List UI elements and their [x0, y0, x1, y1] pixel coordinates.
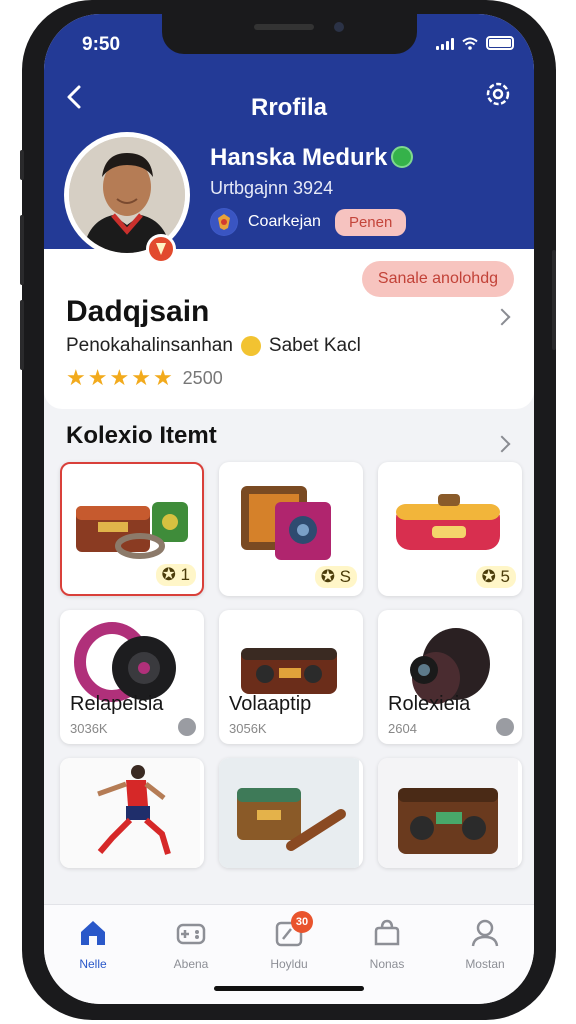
- speaker-box-icon: [378, 758, 518, 868]
- star-icon: ★: [152, 365, 173, 390]
- collection-item-volaaptip[interactable]: Volaaptip 3056K: [219, 610, 363, 744]
- share-button[interactable]: Sanale anolohdg: [361, 261, 514, 297]
- item-info-icon[interactable]: [496, 718, 514, 736]
- rating-value: 2500: [182, 367, 223, 388]
- mute-switch: [20, 150, 24, 180]
- smile-emoji-icon: [240, 336, 261, 356]
- user-name-text: Hanska Medurk: [210, 144, 388, 171]
- user-name: Hanska Medurk: [210, 144, 414, 172]
- user-subtitle: Urtbgajnn 3924: [210, 178, 334, 198]
- info-subtitle: Penokahalinsanhan: [66, 335, 233, 356]
- page-title: Rrofila: [250, 94, 327, 121]
- tab-home[interactable]: Nelle: [44, 905, 142, 1004]
- collection-title: Kolexio Itemt: [66, 422, 217, 449]
- info-chevron-right-icon[interactable]: [493, 308, 511, 326]
- item-count-value: S: [339, 567, 351, 586]
- signal-icon: [436, 38, 454, 50]
- tab-label: Abena: [173, 957, 209, 971]
- notch: [162, 14, 417, 54]
- collection-chevron-right-icon[interactable]: [493, 435, 511, 453]
- volume-up-button: [20, 215, 24, 285]
- info-subtitle-extra: Sabet Kacl: [268, 335, 361, 356]
- tab-label: Nelle: [79, 957, 107, 971]
- user-icon: [471, 919, 499, 947]
- item-meta: 2604: [388, 721, 417, 736]
- wifi-icon: [462, 37, 478, 50]
- collection-item-player[interactable]: [60, 758, 204, 868]
- rating-row: ★ ★ ★ ★ ★ 2500: [66, 367, 223, 389]
- screen: 9:50 Rrofila Hanska Medurk Urtbgajnn 392…: [44, 14, 534, 1004]
- item-name: Rolexieia: [388, 693, 471, 715]
- tab-label: Nonas: [369, 957, 405, 971]
- status-time: 9:50: [82, 34, 121, 55]
- item-count: ✪ 5: [475, 566, 516, 588]
- toolbox-icon: [219, 758, 359, 868]
- item-count: ✪ S: [314, 566, 357, 588]
- power-button: [552, 250, 556, 350]
- collection-item-box[interactable]: ✪ S: [219, 462, 363, 596]
- collection-item-relapelsia[interactable]: Relapelsia 3036K: [60, 610, 204, 744]
- notification-badge: 30: [290, 911, 313, 933]
- star-icon: ★: [87, 365, 108, 390]
- verified-badge-icon: [391, 146, 414, 168]
- collection-item-chest[interactable]: ✪ 1: [60, 462, 204, 596]
- profile-info-card: Sanale anolohdg Dadqjsain Penokahalinsan…: [44, 249, 534, 409]
- item-name: Volaaptip: [229, 693, 312, 715]
- settings-gear-icon[interactable]: [482, 78, 514, 110]
- tab-profile[interactable]: Mostan: [436, 905, 534, 1004]
- star-icon: ★: [131, 365, 151, 390]
- home-icon: [81, 921, 105, 945]
- item-info-icon[interactable]: [178, 718, 196, 736]
- item-count-value: 5: [500, 567, 510, 586]
- collection-item-case[interactable]: ✪ 5: [378, 462, 522, 596]
- info-subtitle-row: Penokahalinsanhan Sabet Kacl: [66, 335, 361, 357]
- item-meta: 3036K: [70, 721, 108, 736]
- star-icon: ★: [66, 365, 86, 390]
- volume-down-button: [20, 300, 24, 370]
- tab-label: Hoyldu: [270, 957, 308, 971]
- collection-grid: ✪ 1 ✪ S ✪ 5 Relapelsia 3036K Volaaptip 3…: [60, 462, 522, 868]
- star-icon: ★: [109, 365, 130, 390]
- collection-item-speaker[interactable]: [378, 758, 522, 868]
- collection-item-toolbox[interactable]: [219, 758, 363, 868]
- item-count: ✪ 1: [155, 564, 196, 586]
- gamepad-icon: [176, 923, 206, 945]
- speaker: [254, 24, 314, 30]
- team-label: Coarkejan: [248, 213, 321, 230]
- tab-label: Mostan: [465, 957, 505, 971]
- team-row: Coarkejan Penen: [210, 208, 407, 236]
- collection-item-rolexieia[interactable]: Rolexieia 2604: [378, 610, 522, 744]
- status-icons: [436, 36, 514, 50]
- info-title: Dadqjsain: [66, 295, 210, 328]
- avatar-badge-icon: [146, 234, 176, 264]
- home-indicator[interactable]: [214, 986, 364, 991]
- item-meta: 3056K: [229, 721, 267, 736]
- football-player-icon: [60, 758, 200, 868]
- bag-icon: [374, 919, 400, 946]
- follow-button[interactable]: Penen: [334, 208, 407, 236]
- front-camera: [334, 22, 344, 32]
- item-name: Relapelsia: [70, 693, 164, 715]
- item-count-value: 1: [180, 565, 190, 584]
- team-logo-icon: [210, 208, 238, 236]
- battery-icon: [486, 36, 514, 50]
